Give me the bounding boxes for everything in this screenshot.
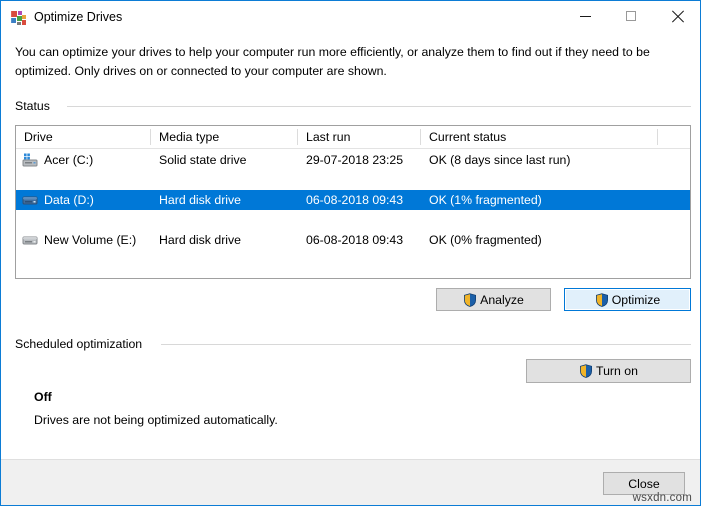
cell-last-run: 06-08-2018 09:43 <box>298 190 420 210</box>
cell-media-type: Hard disk drive <box>151 190 297 210</box>
status-group-divider <box>67 106 691 107</box>
column-header-current-status[interactable]: Current status <box>421 126 657 148</box>
footer-panel: Close wsxdn.com <box>1 459 700 506</box>
cell-last-run: 06-08-2018 09:43 <box>298 230 420 250</box>
maximize-icon <box>626 11 636 21</box>
window-controls <box>562 1 700 31</box>
drives-list-header: Drive Media type Last run Current status <box>16 126 690 149</box>
optimize-button-label: Optimize <box>612 293 661 307</box>
uac-shield-icon <box>463 293 477 307</box>
cell-drive: Data (D:) <box>16 190 150 210</box>
table-row[interactable]: Data (D:) Hard disk drive 06-08-2018 09:… <box>16 190 690 210</box>
cell-media-type: Hard disk drive <box>151 230 297 250</box>
minimize-icon <box>580 16 591 17</box>
optimize-button[interactable]: Optimize <box>564 288 691 311</box>
scheduled-group-divider <box>161 344 691 345</box>
column-header-media-type[interactable]: Media type <box>151 126 297 148</box>
cell-current-status: OK (1% fragmented) <box>421 190 657 210</box>
close-button-label: Close <box>628 477 659 491</box>
status-group-label: Status <box>15 99 57 113</box>
cell-drive: New Volume (E:) <box>16 230 150 250</box>
column-header-last-run[interactable]: Last run <box>298 126 420 148</box>
column-header-drive[interactable]: Drive <box>16 126 150 148</box>
turn-on-button[interactable]: Turn on <box>526 359 691 383</box>
cell-last-run: 29-07-2018 23:25 <box>298 150 420 170</box>
header-divider[interactable] <box>657 129 658 145</box>
schedule-note: Drives are not being optimized automatic… <box>34 413 278 427</box>
table-row[interactable]: New Volume (E:) Hard disk drive 06-08-20… <box>16 230 690 250</box>
table-row[interactable]: Acer (C:) Solid state drive 29-07-2018 2… <box>16 150 690 170</box>
title-bar: Optimize Drives <box>1 1 700 35</box>
analyze-button-label: Analyze <box>480 293 524 307</box>
close-icon <box>671 10 684 23</box>
schedule-state: Off <box>34 390 52 404</box>
scheduled-group-label: Scheduled optimization <box>15 337 149 351</box>
cell-media-type: Solid state drive <box>151 150 297 170</box>
close-window-button[interactable] <box>654 1 700 31</box>
uac-shield-icon <box>595 293 609 307</box>
window-title: Optimize Drives <box>34 9 122 25</box>
optimize-drives-window: Optimize Drives You can optimize your dr… <box>0 0 701 506</box>
drives-list-rows: Acer (C:) Solid state drive 29-07-2018 2… <box>16 149 690 210</box>
optimize-drives-icon <box>10 9 28 27</box>
watermark: wsxdn.com <box>633 492 692 504</box>
minimize-button[interactable] <box>562 1 608 31</box>
maximize-button[interactable] <box>608 1 654 31</box>
drives-list[interactable]: Drive Media type Last run Current status <box>15 125 691 279</box>
cell-drive: Acer (C:) <box>16 150 150 170</box>
uac-shield-icon <box>579 364 593 378</box>
cell-current-status: OK (8 days since last run) <box>421 150 657 170</box>
turn-on-button-label: Turn on <box>596 364 638 378</box>
cell-current-status: OK (0% fragmented) <box>421 230 657 250</box>
analyze-button[interactable]: Analyze <box>436 288 551 311</box>
description-text: You can optimize your drives to help you… <box>15 43 683 81</box>
